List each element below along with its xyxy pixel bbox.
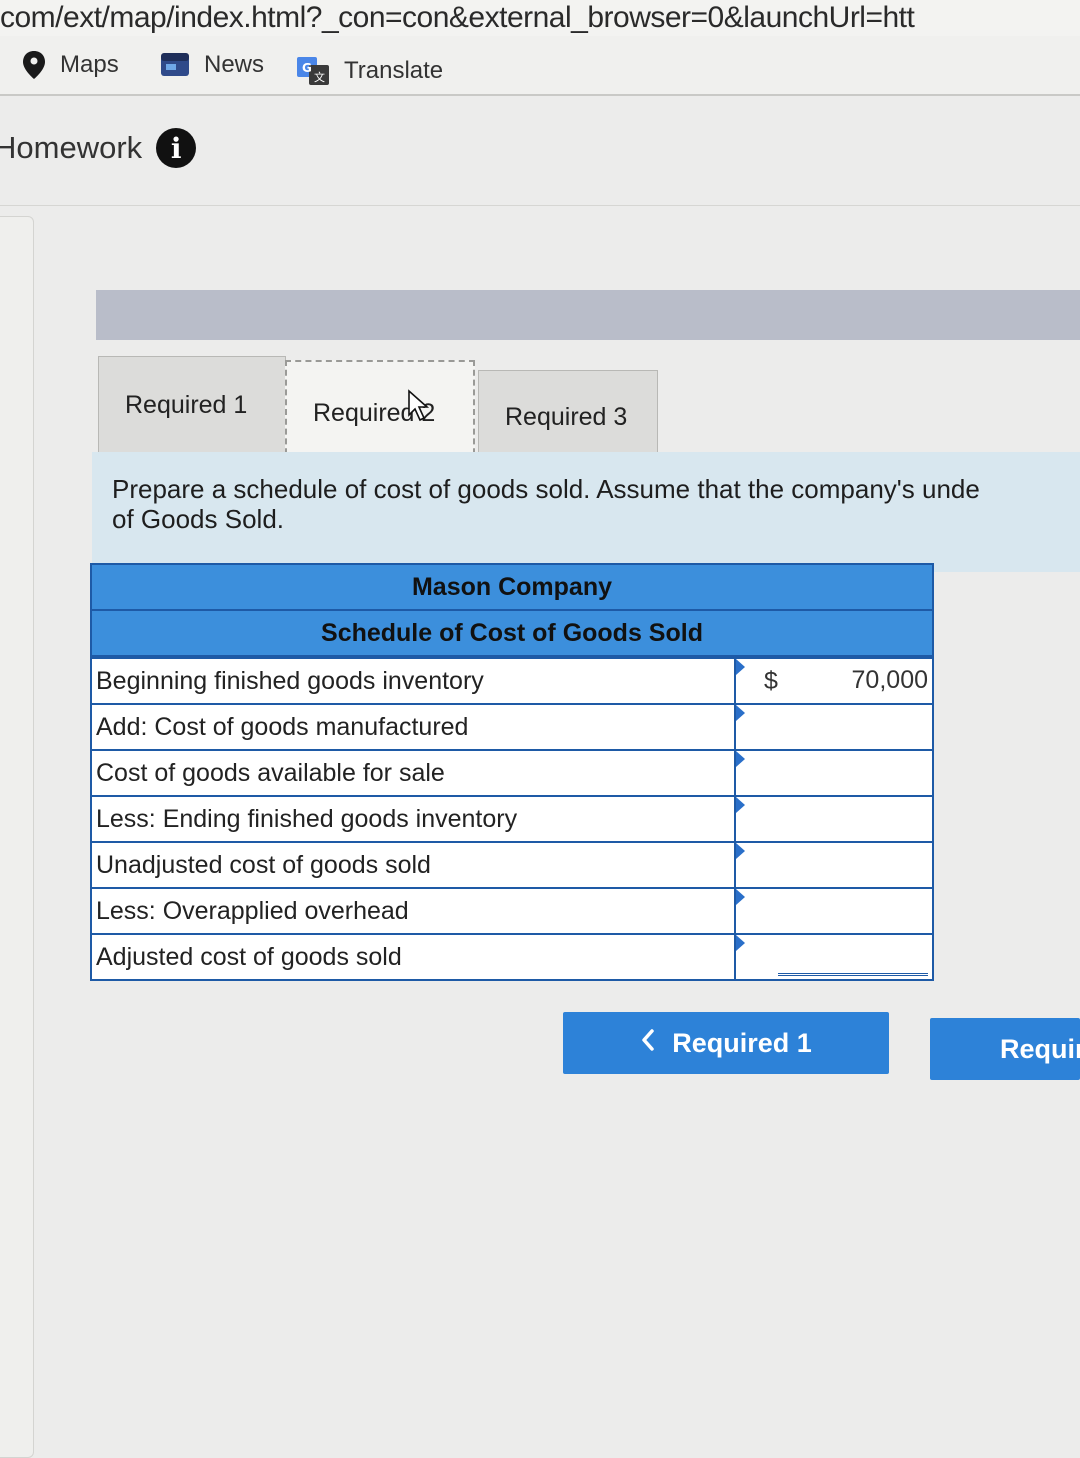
- amount-input[interactable]: [778, 663, 928, 697]
- amount-cell[interactable]: $: [736, 659, 932, 703]
- row-marker-icon: [736, 889, 745, 905]
- amount-input[interactable]: [778, 893, 928, 927]
- side-panel: [0, 216, 34, 1458]
- translate-icon: G 文: [296, 56, 330, 86]
- currency-symbol: $: [764, 667, 778, 695]
- row-label: Less: Overapplied overhead: [92, 889, 736, 933]
- amount-input[interactable]: [778, 709, 928, 743]
- amount-input[interactable]: [778, 755, 928, 789]
- tab-label: Required 3: [505, 402, 628, 431]
- info-icon[interactable]: i: [156, 128, 197, 168]
- bookmark-translate[interactable]: G 文 Translate: [296, 54, 443, 88]
- prev-button-label: Required 1: [672, 1027, 812, 1058]
- bookmark-label: Maps: [60, 51, 119, 78]
- row-marker-icon: [736, 705, 745, 721]
- row-marker-icon: [736, 843, 745, 859]
- question-header-band: [96, 290, 1080, 340]
- instruction-text-line2: of Goods Sold.: [112, 504, 284, 534]
- bookmark-news[interactable]: News: [160, 48, 264, 82]
- row-label: Adjusted cost of goods sold: [92, 935, 736, 979]
- bookmark-label: Translate: [344, 57, 444, 84]
- svg-text:G: G: [302, 61, 312, 75]
- bookmark-maps[interactable]: Maps: [22, 48, 119, 82]
- amount-input[interactable]: [778, 801, 928, 835]
- news-icon: [160, 52, 190, 78]
- address-bar[interactable]: com/ext/map/index.html?_con=con&external…: [0, 0, 1080, 36]
- mouse-cursor-icon: [408, 388, 453, 434]
- amount-cell[interactable]: [736, 889, 932, 933]
- table-row: Less: Overapplied overhead: [92, 887, 932, 933]
- table-row: Adjusted cost of goods sold: [92, 933, 932, 979]
- table-row: Cost of goods available for sale: [92, 749, 932, 795]
- table-row: Add: Cost of goods manufactured: [92, 703, 932, 749]
- tab-required-3[interactable]: Required 3: [478, 370, 658, 464]
- amount-cell[interactable]: [736, 705, 932, 749]
- instruction-text-line1: Prepare a schedule of cost of goods sold…: [112, 474, 980, 504]
- table-company-header: Mason Company: [92, 565, 932, 611]
- table-row: Less: Ending finished goods inventory: [92, 795, 932, 841]
- schedule-table: Mason Company Schedule of Cost of Goods …: [90, 563, 934, 981]
- chevron-left-icon: [640, 1028, 656, 1059]
- amount-cell[interactable]: [736, 797, 932, 841]
- row-marker-icon: [736, 797, 745, 813]
- address-bar-text[interactable]: com/ext/map/index.html?_con=con&external…: [0, 0, 915, 36]
- tab-label: Required 1: [125, 390, 248, 419]
- divider: [0, 205, 1080, 206]
- row-marker-icon: [736, 935, 745, 951]
- amount-input[interactable]: [778, 939, 928, 976]
- row-label: Add: Cost of goods manufactured: [92, 705, 736, 749]
- row-marker-icon: [736, 659, 745, 675]
- page-title: Homework: [0, 130, 143, 165]
- next-button-label: Requir: [1000, 1033, 1080, 1064]
- row-label: Unadjusted cost of goods sold: [92, 843, 736, 887]
- amount-cell[interactable]: [736, 751, 932, 795]
- tab-required-1[interactable]: Required 1: [98, 356, 286, 454]
- row-marker-icon: [736, 751, 745, 767]
- instruction-panel: Prepare a schedule of cost of goods sold…: [92, 452, 1080, 572]
- prev-required-button[interactable]: Required 1: [563, 1012, 889, 1074]
- svg-text:文: 文: [314, 70, 325, 84]
- amount-input[interactable]: [778, 847, 928, 881]
- table-title-header: Schedule of Cost of Goods Sold: [92, 611, 932, 657]
- bookmarks-bar: Maps News G 文 Translate: [0, 36, 1080, 96]
- amount-cell[interactable]: [736, 843, 932, 887]
- table-row: Unadjusted cost of goods sold: [92, 841, 932, 887]
- tab-required-2[interactable]: Required 2: [285, 360, 475, 464]
- map-pin-icon: [22, 50, 46, 80]
- row-label: Cost of goods available for sale: [92, 751, 736, 795]
- amount-cell[interactable]: [736, 935, 932, 979]
- table-row: Beginning finished goods inventory $: [92, 657, 932, 703]
- row-label: Less: Ending finished goods inventory: [92, 797, 736, 841]
- bookmark-label: News: [204, 51, 265, 78]
- homework-header: Homework i: [0, 118, 197, 178]
- next-required-button[interactable]: Requir: [930, 1018, 1080, 1080]
- row-label: Beginning finished goods inventory: [92, 659, 736, 703]
